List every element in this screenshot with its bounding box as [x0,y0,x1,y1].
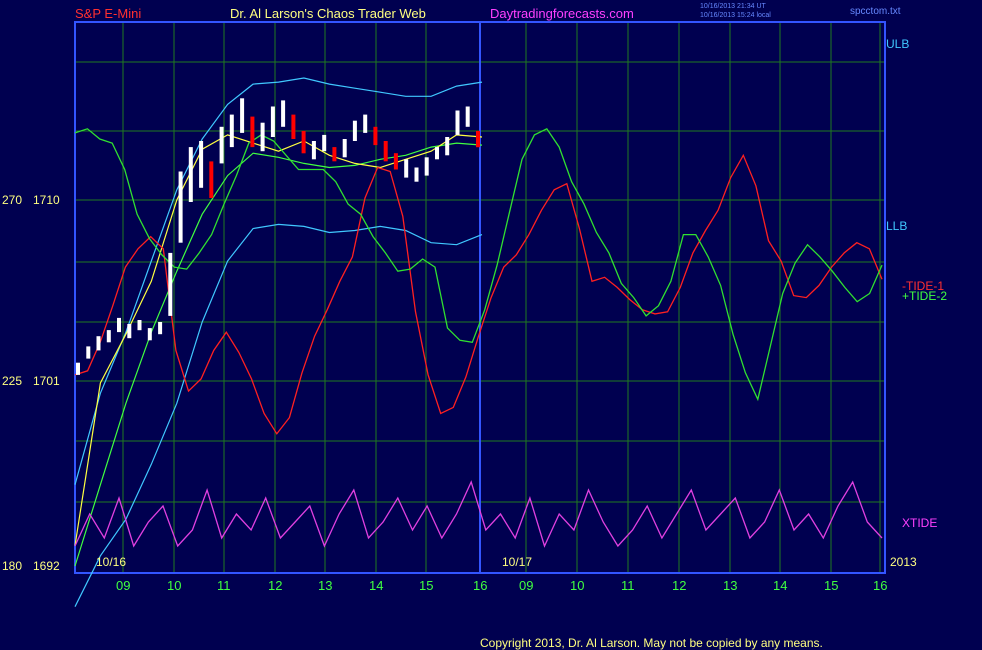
price-bar-8 [158,322,163,335]
tide1-line [74,153,883,435]
price-bar-17 [250,116,255,148]
x-tick-5: 14 [369,578,383,593]
price-bar-5 [127,324,132,339]
data-file-label: spcctom.txt [850,6,901,17]
price-bar-21 [291,114,296,139]
price-bar-0 [76,362,80,375]
xtide-line [74,480,883,548]
x-tick-8: 09 [519,578,533,593]
price-bar-29 [373,126,378,146]
x-tick-11: 12 [672,578,686,593]
price-bar-35 [435,147,439,160]
price-bar-28 [363,114,368,133]
x-tick-14: 15 [824,578,838,593]
price-bar-14 [219,126,224,164]
price-bar-19 [270,106,275,137]
price-bar-33 [414,167,419,182]
copyright: Copyright 2013, Dr. Al Larson. May not b… [480,636,823,650]
tide2-line [74,127,883,402]
price-bar-18 [260,122,265,152]
instrument-label: S&P E-Mini [75,6,141,21]
price-bar-10 [178,171,183,243]
site-url[interactable]: Daytradingforecasts.com [490,6,634,21]
price-bar-11 [188,147,193,202]
price-bar-7 [147,328,152,341]
y-tick-right-2: 1692 [33,559,60,573]
price-bar-39 [476,130,480,148]
price-bar-16 [240,98,245,133]
x-tick-13: 14 [773,578,787,593]
x-tick-2: 11 [217,578,231,593]
y-tick-left-1: 225 [2,374,22,388]
price-bar-31 [393,153,398,170]
y-tick-left-2: 180 [2,559,22,573]
price-bar-6 [137,320,142,331]
price-bar-38 [465,106,470,127]
price-bar-9 [168,252,173,316]
chart-svg: S&P E-Mini Dr. Al Larson's Chaos Trader … [2,3,947,650]
series-layer [74,77,883,607]
price-bar-30 [383,141,388,162]
x-tick-9: 10 [570,578,584,593]
y-tick-left-0: 270 [2,193,22,207]
timestamp-local: 10/16/2013 15:24 local [700,12,771,19]
price-bar-34 [424,157,429,176]
x-tick-12: 13 [723,578,737,593]
price-bar-2 [96,336,101,351]
price-bar-26 [342,139,347,158]
lower-band-line [74,223,483,607]
year-label: 2013 [890,555,917,569]
x-tick-6: 15 [419,578,433,593]
x-tick-0: 09 [116,578,130,593]
upper-band-line [74,77,483,485]
x-tick-7: 16 [473,578,487,593]
x-tick-15: 16 [873,578,887,593]
site-title: Dr. Al Larson's Chaos Trader Web [230,6,426,21]
price-bar-36 [445,137,450,156]
y-tick-right-1: 1701 [33,374,60,388]
x-tick-10: 11 [621,578,635,593]
slow-ma-line [74,142,483,567]
x-tick-1: 10 [167,578,181,593]
x-tick-labels: 09 10 11 12 13 14 15 16 09 10 11 12 13 14 15 16 [116,578,887,593]
price-bar-25 [332,147,337,162]
x-tick-3: 12 [268,578,282,593]
price-bar-24 [322,134,327,152]
timestamp-utc: 10/16/2013 21:34 UT [700,3,766,10]
price-bar-1 [86,346,91,359]
day-label-0: 10/16 [96,555,126,569]
price-bar-15 [229,114,234,148]
plot-frame [74,21,886,574]
day-label-1: 10/17 [502,555,532,569]
price-bar-32 [404,159,409,178]
price-bar-27 [352,120,357,141]
y-tick-right-0: 1710 [33,193,60,207]
price-bar-3 [106,330,111,343]
chart-canvas: S&P E-Mini Dr. Al Larson's Chaos Trader … [0,0,982,650]
price-bar-12 [199,141,204,188]
price-bar-4 [117,317,121,333]
x-tick-4: 13 [318,578,332,593]
xtide-label: XTIDE [902,516,937,530]
price-bar-20 [281,100,286,127]
price-bar-23 [311,141,316,160]
price-bar-13 [209,161,214,198]
ulb-label: ULB [886,37,909,51]
price-bar-37 [455,110,460,135]
price-bar-22 [301,130,306,154]
tide2-label: +TIDE-2 [902,289,947,303]
llb-label: LLB [886,219,907,233]
